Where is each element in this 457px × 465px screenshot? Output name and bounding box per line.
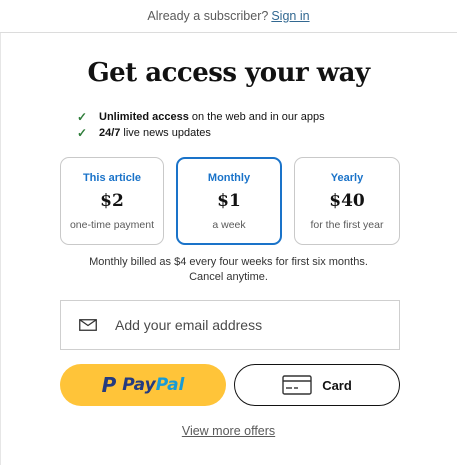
benefit-text: live news updates bbox=[123, 127, 211, 139]
benefit-bold: Unlimited access bbox=[99, 111, 189, 123]
benefit-item: ✓ 24/7 live news updates bbox=[77, 125, 325, 141]
plan-price: $1 bbox=[217, 191, 241, 211]
plan-option-this-article[interactable]: This article $2 one-time payment bbox=[60, 157, 164, 245]
view-more-offers-link[interactable]: View more offers bbox=[0, 424, 457, 438]
top-bar: Already a subscriber? Sign in bbox=[0, 0, 457, 33]
billing-note: Monthly billed as $4 every four weeks fo… bbox=[0, 255, 457, 285]
plan-name: Yearly bbox=[330, 172, 364, 184]
check-icon: ✓ bbox=[77, 126, 88, 140]
email-field-container[interactable] bbox=[60, 300, 400, 350]
paypal-logo-icon: P bbox=[101, 373, 117, 397]
billing-note-line: Monthly billed as $4 every four weeks fo… bbox=[89, 256, 368, 268]
card-button-label: Card bbox=[322, 377, 352, 393]
benefits-list: ✓ Unlimited access on the web and in our… bbox=[77, 109, 325, 141]
plan-name: Monthly bbox=[207, 172, 251, 184]
paypal-button[interactable]: P PayPal bbox=[60, 364, 226, 406]
mail-icon bbox=[79, 319, 97, 331]
card-button[interactable]: Card bbox=[234, 364, 400, 406]
plan-name: This article bbox=[82, 172, 142, 184]
plan-price: $2 bbox=[100, 191, 124, 211]
email-input[interactable] bbox=[113, 316, 357, 334]
subscriber-prompt: Already a subscriber? bbox=[147, 9, 269, 23]
plan-option-yearly[interactable]: Yearly $40 for the first year bbox=[294, 157, 400, 245]
divider bbox=[0, 33, 1, 465]
cancel-note: Cancel anytime. bbox=[189, 271, 268, 283]
plan-option-monthly[interactable]: Monthly $1 a week bbox=[176, 157, 282, 245]
check-icon: ✓ bbox=[77, 110, 88, 124]
plan-subtext: one-time payment bbox=[69, 219, 155, 231]
plan-subtext: for the first year bbox=[310, 219, 384, 231]
sign-in-link[interactable]: Sign in bbox=[271, 9, 309, 23]
page-title: Get access your way bbox=[87, 58, 370, 88]
benefit-item: ✓ Unlimited access on the web and in our… bbox=[77, 109, 325, 125]
plan-subtext: a week bbox=[212, 219, 246, 231]
benefit-bold: 24/7 bbox=[99, 127, 121, 139]
credit-card-icon bbox=[282, 375, 312, 395]
plan-price: $40 bbox=[329, 191, 365, 211]
paypal-wordmark: PayPal bbox=[122, 375, 185, 395]
benefit-text: on the web and in our apps bbox=[191, 111, 325, 123]
